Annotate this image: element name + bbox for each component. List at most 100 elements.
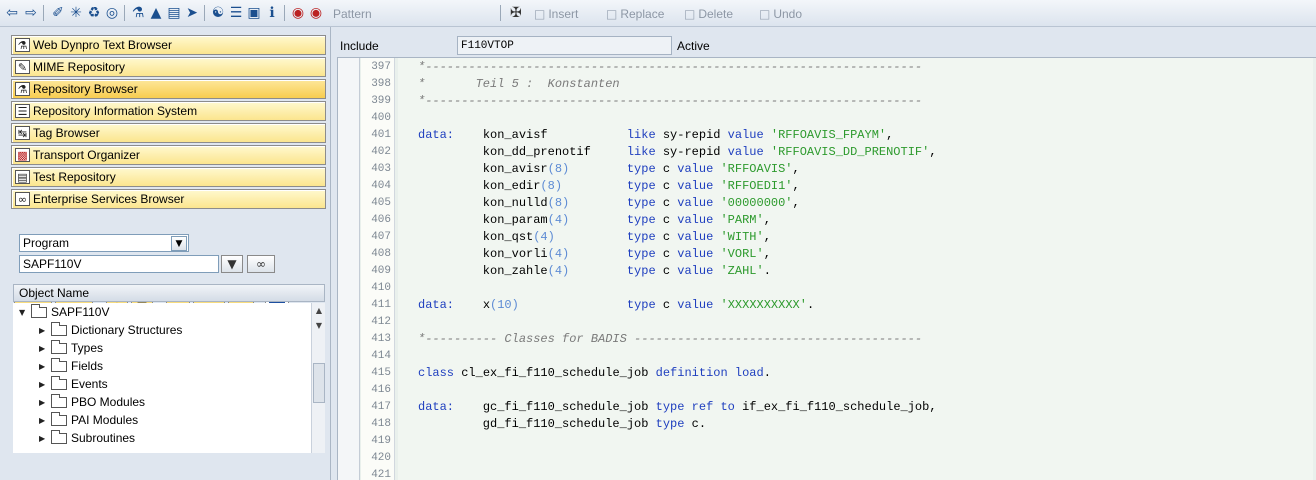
object-name-input[interactable]: SAPF110V <box>19 255 219 273</box>
session-breakpoint-icon[interactable]: ◉ <box>307 4 325 22</box>
code-token: (8) <box>540 179 563 193</box>
screen-icon[interactable]: ▣ <box>245 4 263 22</box>
code-editor[interactable]: 397 398 399 400 401 402 403 404 405 406 407 408 409 4… <box>337 57 1316 480</box>
back-icon[interactable]: ⇦ <box>3 4 21 22</box>
delete-button[interactable]: □ Delete <box>684 6 733 22</box>
code-line[interactable]: gd_fi_f110_schedule_job type c. <box>418 416 706 433</box>
nav-enterprise-services-browser[interactable]: ∞ Enterprise Services Browser <box>11 189 326 209</box>
code-line[interactable]: data: x(10) type c value 'XXXXXXXXXX'. <box>418 297 814 314</box>
object-tree: ▼ SAPF110V ▶ Dictionary Structures ▶ Types … <box>13 303 311 453</box>
display-button[interactable]: ∞ <box>247 255 275 273</box>
activate-icon[interactable]: ▲ <box>147 4 165 22</box>
tree-node[interactable]: ▶ Dictionary Structures <box>39 321 182 339</box>
code-line[interactable]: *---------- Classes for BADIS ----------… <box>418 331 922 348</box>
code-line[interactable]: kon_dd_prenotif like sy-repid value 'RFF… <box>418 144 937 161</box>
other-object-icon[interactable]: ✐ <box>49 4 67 22</box>
nav-repository-browser[interactable]: ⚗ Repository Browser <box>11 79 326 99</box>
info-system-icon: ☰ <box>15 104 30 118</box>
display-change-icon[interactable]: ✳ <box>67 4 85 22</box>
code-line[interactable]: *---------------------------------------… <box>418 59 922 76</box>
code-token: (10) <box>490 298 519 312</box>
nav-mime-repository[interactable]: ✎ MIME Repository <box>11 57 326 77</box>
replace-button[interactable]: □ Replace <box>606 6 664 22</box>
line-number: 409 <box>371 265 391 277</box>
code-line[interactable]: data: kon_avisf like sy-repid value 'RFF… <box>418 127 893 144</box>
nav-test-repository[interactable]: ▤ Test Repository <box>11 167 326 187</box>
object-type-select[interactable]: Program ▼ <box>19 234 189 252</box>
scroll-down-icon[interactable]: ▼ <box>313 319 325 331</box>
where-used-icon[interactable]: ⚗ <box>129 4 147 22</box>
tree-node[interactable]: ▶ Subroutines <box>39 429 135 447</box>
pattern-button[interactable]: Pattern <box>333 6 372 22</box>
line-number: 414 <box>371 350 391 362</box>
code-line[interactable]: * Teil 5 : Konstanten <box>418 76 620 93</box>
nav-web-dynpro-text-browser[interactable]: ⚗ Web Dynpro Text Browser <box>11 35 326 55</box>
test-icon[interactable]: ▤ <box>165 4 183 22</box>
code-token: type <box>626 179 656 193</box>
block-icon[interactable]: ✠ <box>507 4 525 22</box>
code-token: c <box>655 162 678 176</box>
triangle-right-icon[interactable]: ▶ <box>39 326 51 335</box>
tree-node[interactable]: ▶ Events <box>39 375 108 393</box>
code-line[interactable]: kon_edir(8) type c value 'RFFOEDI1', <box>418 178 800 195</box>
triangle-right-icon[interactable]: ▶ <box>39 344 51 353</box>
check-icon[interactable]: ◎ <box>103 4 121 22</box>
tree-node[interactable]: ▶ PBO Modules <box>39 393 145 411</box>
toolbar-separator <box>204 5 205 21</box>
line-number: 401 <box>371 129 391 141</box>
code-token: c <box>655 196 678 210</box>
tree-node[interactable]: ▶ Types <box>39 339 103 357</box>
code-line[interactable]: kon_param(4) type c value 'PARM', <box>418 212 771 229</box>
tree-root[interactable]: ▼ SAPF110V <box>19 303 109 321</box>
code-line[interactable]: data: gc_fi_f110_schedule_job type ref t… <box>418 399 937 416</box>
code-token: *---------------------------------------… <box>418 94 923 108</box>
hierarchy-icon[interactable]: ☯ <box>209 4 227 22</box>
triangle-right-icon[interactable]: ▶ <box>39 398 51 407</box>
mime-icon: ✎ <box>15 60 30 74</box>
line-number: 411 <box>371 299 391 311</box>
navigate-icon[interactable]: ➤ <box>183 4 201 22</box>
scroll-up-icon[interactable]: ▲ <box>313 304 325 316</box>
web-dynpro-icon: ⚗ <box>15 38 30 52</box>
triangle-right-icon[interactable]: ▶ <box>39 416 51 425</box>
triangle-down-icon[interactable]: ▼ <box>19 308 31 317</box>
tree-scrollbar[interactable]: ▲ ▼ <box>311 303 325 453</box>
code-line[interactable]: kon_zahle(4) type c value 'ZAHL'. <box>418 263 771 280</box>
insert-button[interactable]: □ Insert <box>534 6 578 22</box>
code-line[interactable]: *---------------------------------------… <box>418 93 922 110</box>
include-name-field: F110VTOP <box>457 36 672 55</box>
scroll-thumb[interactable] <box>313 363 325 403</box>
code-token: , <box>763 213 771 227</box>
triangle-right-icon[interactable]: ▶ <box>39 380 51 389</box>
object-name-dropdown-button[interactable]: ▼ <box>221 255 243 273</box>
tree-node[interactable]: ▶ PAI Modules <box>39 411 138 429</box>
code-token: kon_dd_prenotif <box>418 145 627 159</box>
chevron-down-icon[interactable]: ▼ <box>171 236 187 251</box>
line-number: 416 <box>371 384 391 396</box>
tree-node[interactable]: ▶ Fields <box>39 357 103 375</box>
triangle-right-icon[interactable]: ▶ <box>39 362 51 371</box>
code-line[interactable]: class cl_ex_fi_f110_schedule_job definit… <box>418 365 771 382</box>
nav-tag-browser[interactable]: ↹ Tag Browser <box>11 123 326 143</box>
forward-icon[interactable]: ⇨ <box>22 4 40 22</box>
code-token: sy-repid <box>655 128 728 142</box>
code-line[interactable]: kon_nulld(8) type c value '00000000', <box>418 195 800 212</box>
info-icon[interactable]: ℹ <box>263 4 281 22</box>
code-line[interactable]: kon_avisr(8) type c value 'RFFOAVIS', <box>418 161 800 178</box>
active-inactive-icon[interactable]: ♻ <box>85 4 103 22</box>
code-area[interactable]: *---------------------------------------… <box>398 58 1313 480</box>
code-line[interactable]: kon_vorli(4) type c value 'VORL', <box>418 246 771 263</box>
undo-button[interactable]: □ Undo <box>759 6 802 22</box>
triangle-right-icon[interactable]: ▶ <box>39 434 51 443</box>
breakpoint-icon[interactable]: ◉ <box>289 4 307 22</box>
code-line[interactable]: kon_qst(4) type c value 'WITH', <box>418 229 771 246</box>
stack-icon[interactable]: ☰ <box>227 4 245 22</box>
nav-repository-information-system[interactable]: ☰ Repository Information System <box>11 101 326 121</box>
code-token: c <box>655 247 678 261</box>
hierarchy-icon: ⚗ <box>15 82 30 96</box>
nav-transport-organizer[interactable]: ▩ Transport Organizer <box>11 145 326 165</box>
